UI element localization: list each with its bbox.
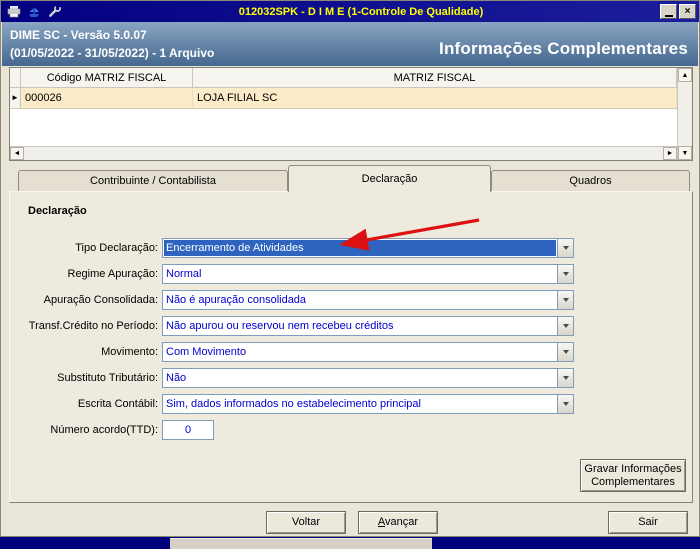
background-window-strip xyxy=(0,537,700,549)
sair-button-label: Sair xyxy=(638,516,658,528)
minimize-icon xyxy=(664,14,673,17)
cell-matriz: LOJA FILIAL SC xyxy=(193,88,677,108)
gravar-button-label: Gravar Informações Complementares xyxy=(584,462,682,488)
dropdown-arrow-icon[interactable] xyxy=(557,343,573,361)
sair-button[interactable]: Sair xyxy=(608,511,688,534)
numero-acordo-input[interactable] xyxy=(162,420,214,440)
field-row-escrita-contabil: Escrita Contábil: Sim, dados informados … xyxy=(10,394,692,414)
label-movimento: Movimento: xyxy=(101,346,158,358)
tipo-declaracao-value: Encerramento de Atividades xyxy=(164,240,556,256)
label-apuracao-consolidada: Apuração Consolidada: xyxy=(43,294,158,306)
voltar-button-label: Voltar xyxy=(291,516,321,528)
row-header-cell: ► xyxy=(10,88,21,108)
column-header-codigo[interactable]: Código MATRIZ FISCAL xyxy=(21,68,193,87)
titlebar-icons xyxy=(4,4,62,19)
grid-row[interactable]: ► 000026 LOJA FILIAL SC xyxy=(10,88,677,109)
declaracao-panel: Declaração Tipo Declaração: Encerramento… xyxy=(9,191,693,503)
group-title: Declaração xyxy=(28,205,87,217)
grid-vertical-scrollbar[interactable]: ▲ ▼ xyxy=(677,68,692,160)
tipo-declaracao-select[interactable]: Encerramento de Atividades xyxy=(162,238,574,258)
apuracao-consolidada-select[interactable]: Não é apuração consolidada xyxy=(162,290,574,310)
apuracao-consolidada-value: Não é apuração consolidada xyxy=(166,294,307,306)
scroll-left-icon[interactable]: ◄ xyxy=(10,147,24,160)
label-transf-credito: Transf.Crédito no Período: xyxy=(28,320,158,332)
dropdown-arrow-icon[interactable] xyxy=(557,369,573,387)
substituto-tributario-value: Não xyxy=(166,372,187,384)
wrench-icon[interactable] xyxy=(46,4,62,19)
cell-codigo: 000026 xyxy=(21,88,193,108)
transf-credito-select[interactable]: Não apurou ou reservou nem recebeu crédi… xyxy=(162,316,574,336)
label-substituto-tributario: Substituto Tributário: xyxy=(57,372,158,384)
header-left: DIME SC - Versão 5.0.07 (01/05/2022 - 31… xyxy=(10,26,214,62)
field-row-regime-apuracao: Regime Apuração: Normal xyxy=(10,264,692,284)
field-row-transf-credito: Transf.Crédito no Período: Não apurou ou… xyxy=(10,316,692,336)
grid-body: Código MATRIZ FISCAL MATRIZ FISCAL ► 000… xyxy=(10,68,677,146)
avancar-button-label: Avançar xyxy=(377,516,419,528)
avancar-button[interactable]: Avançar xyxy=(358,511,438,534)
tab-contribuinte-contabilista[interactable]: Contribuinte / Contabilista xyxy=(18,170,288,191)
grid-horizontal-scrollbar[interactable]: ◄ ► xyxy=(10,146,677,160)
matriz-fiscal-grid: Código MATRIZ FISCAL MATRIZ FISCAL ► 000… xyxy=(9,67,693,161)
escrita-contabil-value: Sim, dados informados no estabelecimento… xyxy=(166,398,421,410)
grid-header-row: Código MATRIZ FISCAL MATRIZ FISCAL xyxy=(10,68,677,88)
section-title: Informações Complementares xyxy=(439,39,688,58)
transf-credito-value: Não apurou ou reservou nem recebeu crédi… xyxy=(166,320,394,332)
substituto-tributario-select[interactable]: Não xyxy=(162,368,574,388)
field-row-substituto-tributario: Substituto Tributário: Não xyxy=(10,368,692,388)
label-numero-acordo: Número acordo(TTD): xyxy=(50,424,158,436)
close-button[interactable]: × xyxy=(679,4,696,19)
window-title: 012032SPK - D I M E (1-Controle De Quali… xyxy=(238,5,484,18)
voltar-button[interactable]: Voltar xyxy=(266,511,346,534)
label-regime-apuracao: Regime Apuração: xyxy=(67,268,159,280)
field-row-apuracao-consolidada: Apuração Consolidada: Não é apuração con… xyxy=(10,290,692,310)
minimize-button[interactable] xyxy=(660,4,677,19)
escrita-contabil-select[interactable]: Sim, dados informados no estabelecimento… xyxy=(162,394,574,414)
scroll-right-icon[interactable]: ► xyxy=(663,147,677,160)
app-logo-ship-icon[interactable] xyxy=(26,4,42,19)
header-banner: DIME SC - Versão 5.0.07 (01/05/2022 - 31… xyxy=(2,22,698,66)
tab-strip: Contribuinte / Contabilista Declaração Q… xyxy=(9,165,693,192)
tab-quadros[interactable]: Quadros xyxy=(491,170,690,191)
screen: 012032SPK - D I M E (1-Controle De Quali… xyxy=(0,0,700,549)
app-window: 012032SPK - D I M E (1-Controle De Quali… xyxy=(0,0,700,537)
grid-corner-cell xyxy=(10,68,21,87)
regime-apuracao-select[interactable]: Normal xyxy=(162,264,574,284)
app-version-text: DIME SC - Versão 5.0.07 xyxy=(10,28,147,42)
dropdown-arrow-icon[interactable] xyxy=(557,395,573,413)
column-header-matriz[interactable]: MATRIZ FISCAL xyxy=(193,68,677,87)
window-controls: × xyxy=(660,4,696,19)
scroll-down-icon[interactable]: ▼ xyxy=(678,146,692,160)
movimento-select[interactable]: Com Movimento xyxy=(162,342,574,362)
dropdown-arrow-icon[interactable] xyxy=(557,317,573,335)
title-bar: 012032SPK - D I M E (1-Controle De Quali… xyxy=(1,1,699,22)
label-escrita-contabil: Escrita Contábil: xyxy=(77,398,158,410)
vertical-scroll-track[interactable] xyxy=(678,82,692,146)
background-window-fragment xyxy=(170,538,432,549)
current-row-indicator-icon: ► xyxy=(11,93,19,102)
movimento-value: Com Movimento xyxy=(166,346,247,358)
label-tipo-declaracao: Tipo Declaração: xyxy=(75,242,158,254)
scroll-up-icon[interactable]: ▲ xyxy=(678,68,692,82)
dropdown-arrow-icon[interactable] xyxy=(557,291,573,309)
printer-icon[interactable] xyxy=(6,4,22,19)
horizontal-scroll-track[interactable] xyxy=(24,147,663,160)
dropdown-arrow-icon[interactable] xyxy=(557,265,573,283)
field-row-movimento: Movimento: Com Movimento xyxy=(10,342,692,362)
dropdown-arrow-icon[interactable] xyxy=(557,239,573,257)
field-row-numero-acordo: Número acordo(TTD): xyxy=(10,420,692,440)
gravar-informacoes-button[interactable]: Gravar Informações Complementares xyxy=(580,459,686,492)
field-row-tipo-declaracao: Tipo Declaração: Encerramento de Ativida… xyxy=(10,238,692,258)
tab-declaracao[interactable]: Declaração xyxy=(288,165,491,192)
regime-apuracao-value: Normal xyxy=(166,268,202,280)
period-text: (01/05/2022 - 31/05/2022) - 1 Arquivo xyxy=(10,46,215,60)
